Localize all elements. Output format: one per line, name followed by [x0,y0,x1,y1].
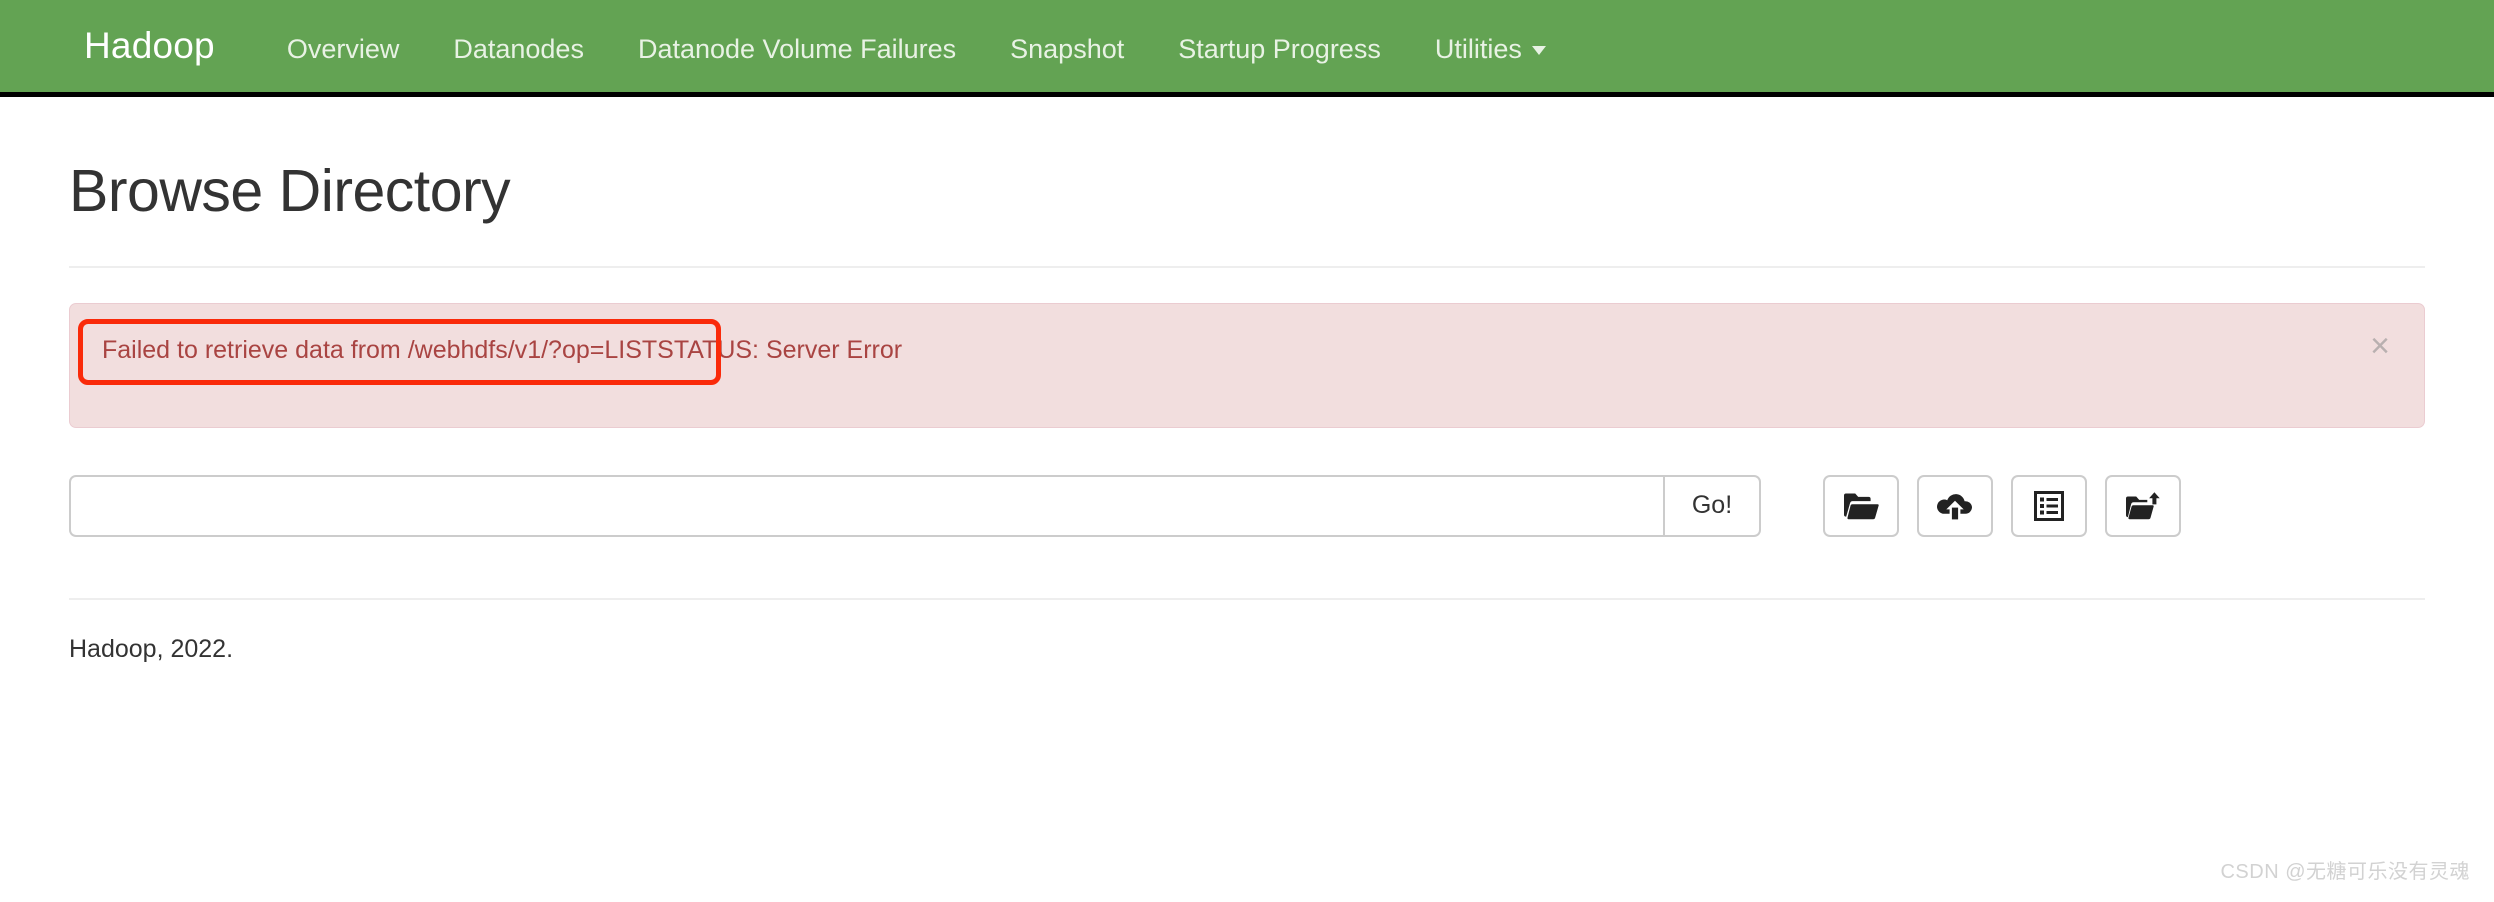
footer-text: Hadoop, 2022. [69,634,234,663]
main-container: Browse Directory Failed to retrieve data… [69,159,2425,667]
icon-button-group [1823,474,2181,537]
upload-files-button[interactable] [1917,474,1993,537]
nav-item-utilities[interactable]: Utilities [1408,3,1573,95]
nav-li-datanodes: Datanodes [426,3,611,95]
new-directory-icon [2125,491,2161,521]
path-input[interactable] [69,474,1664,537]
chevron-down-icon [1531,46,1546,56]
open-folder-icon [1843,491,1879,521]
toolbar-row: Go! [69,474,2425,537]
nav-item-datanode-volume-failures[interactable]: Datanode Volume Failures [611,3,983,95]
list-icon [2034,490,2064,521]
footer-divider [69,597,2425,600]
close-icon[interactable]: × [2364,328,2396,364]
watermark: CSDN @无糖可乐没有灵魂 [2220,861,2470,883]
nav-li-utilities: Utilities [1408,3,1573,95]
brand-hadoop[interactable]: Hadoop [84,0,215,92]
navbar-inner: Hadoop Overview Datanodes Datanode Volum… [0,0,1573,92]
title-divider [69,265,2425,268]
path-input-group: Go! [69,474,1761,537]
nav-links: Overview Datanodes Datanode Volume Failu… [260,3,1573,95]
error-alert: Failed to retrieve data from /webhdfs/v1… [69,302,2425,428]
browse-folder-button[interactable] [1823,474,1899,537]
create-directory-button[interactable] [2105,474,2181,537]
error-alert-message: Failed to retrieve data from /webhdfs/v1… [102,335,903,364]
nav-item-startup-progress[interactable]: Startup Progress [1151,3,1408,95]
nav-item-utilities-label: Utilities [1434,34,1522,64]
nav-item-snapshot[interactable]: Snapshot [983,3,1151,95]
top-navbar: Hadoop Overview Datanodes Datanode Volum… [0,0,2494,97]
cut-paste-button[interactable] [2011,474,2087,537]
nav-li-datanode-volume-failures: Datanode Volume Failures [611,3,983,95]
nav-li-snapshot: Snapshot [983,3,1151,95]
nav-li-startup-progress: Startup Progress [1151,3,1408,95]
nav-item-datanodes[interactable]: Datanodes [426,3,611,95]
go-button[interactable]: Go! [1664,474,1761,537]
nav-item-overview[interactable]: Overview [260,3,427,95]
nav-li-overview: Overview [260,3,427,95]
cloud-upload-icon [1937,491,1973,521]
page-title: Browse Directory [69,158,511,224]
